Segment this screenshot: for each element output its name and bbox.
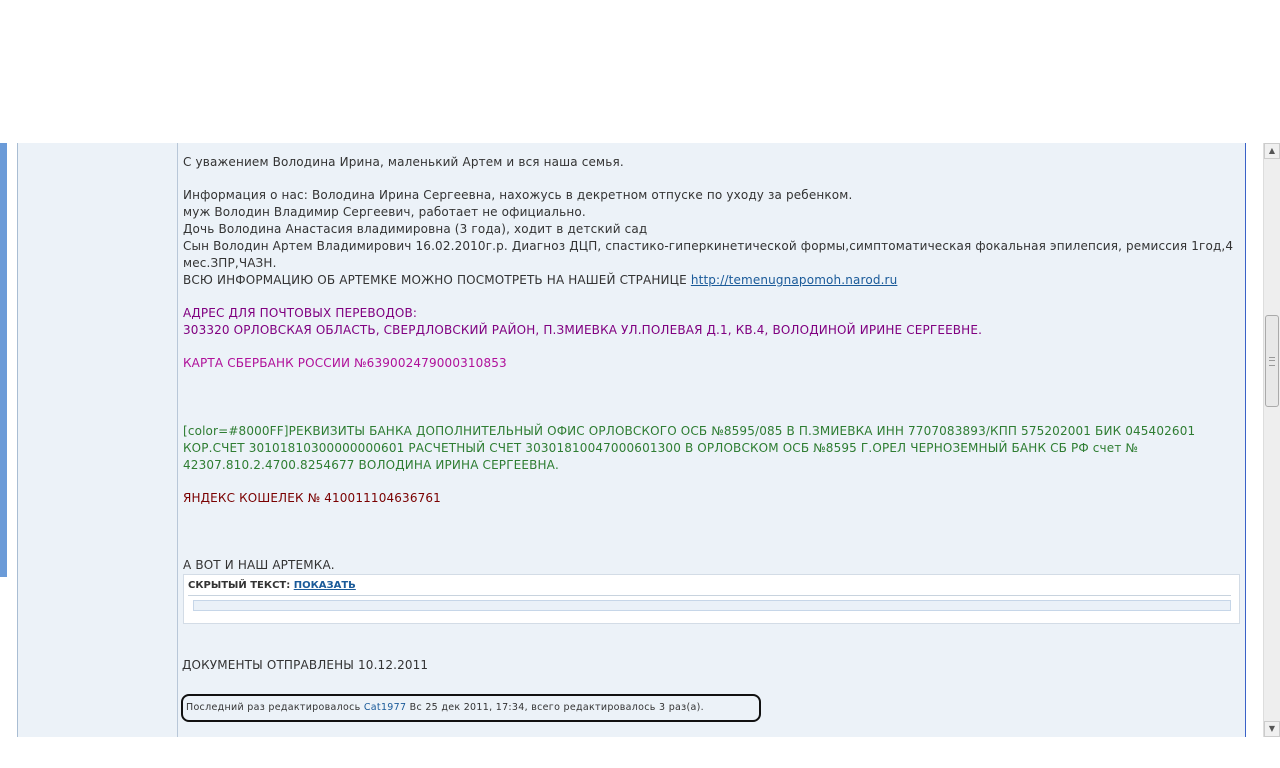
hidden-text-label: СКРЫТЫЙ ТЕКСТ:	[188, 580, 291, 591]
yandex-wallet-text: ЯНДЕКС КОШЕЛЕК № 410011104636761	[183, 491, 441, 505]
artem-text: А ВОТ И НАШ АРТЕМКА.	[183, 558, 335, 572]
info-text: Информация о нас: Володина Ирина Сергеев…	[183, 188, 853, 202]
bank-details-line-1: [color=#8000FF]РЕКВИЗИТЫ БАНКА ДОПОЛНИТЕ…	[183, 424, 1196, 438]
vertical-scrollbar[interactable]: ▲ ▼	[1263, 143, 1280, 737]
scroll-up-button[interactable]: ▲	[1264, 143, 1280, 159]
edit-notice-prefix: Последний раз редактировалось	[186, 702, 364, 713]
scroll-down-button[interactable]: ▼	[1264, 721, 1280, 737]
greeting-text: С уважением Володина Ирина, маленький Ар…	[183, 155, 624, 169]
edit-notice: Последний раз редактировалось Cat1977 Вс…	[181, 694, 761, 722]
post-author-column	[18, 143, 178, 737]
forum-post: С уважением Володина Ирина, маленький Ар…	[17, 143, 1246, 737]
scrollbar-thumb[interactable]	[1265, 315, 1279, 407]
card-text: КАРТА СБЕРБАНК РОССИИ №63900247900031085…	[183, 356, 507, 370]
page-info-line: ВСЮ ИНФОРМАЦИЮ ОБ АРТЕМКЕ МОЖНО ПОСМОТРЕ…	[183, 272, 897, 289]
page-link[interactable]: http://temenugnapomoh.narod.ru	[691, 273, 898, 287]
edit-notice-suffix: Вс 25 дек 2011, 17:34, всего редактирова…	[406, 702, 704, 713]
son-text-continued: мес.ЗПР,ЧАЗН.	[183, 256, 277, 270]
hidden-text-content	[193, 600, 1231, 611]
triangle-up-icon: ▲	[1268, 146, 1276, 155]
hidden-text-header: СКРЫТЫЙ ТЕКСТ: ПОКАЗАТЬ	[188, 580, 356, 591]
edit-notice-user-link[interactable]: Cat1977	[364, 702, 406, 713]
page-info-text: ВСЮ ИНФОРМАЦИЮ ОБ АРТЕМКЕ МОЖНО ПОСМОТРЕ…	[183, 273, 691, 287]
hidden-text-divider	[188, 595, 1231, 596]
address-text: 303320 ОРЛОВСКАЯ ОБЛАСТЬ, СВЕРДЛОВСКИЙ Р…	[183, 323, 983, 337]
triangle-down-icon: ▼	[1268, 724, 1276, 733]
hidden-text-block: СКРЫТЫЙ ТЕКСТ: ПОКАЗАТЬ	[183, 574, 1240, 624]
left-edge-bar	[0, 143, 7, 577]
show-hidden-link[interactable]: ПОКАЗАТЬ	[294, 580, 356, 591]
bank-details-line-3: 42307.810.2.4700.8254677 ВОЛОДИНА ИРИНА …	[183, 458, 560, 472]
bank-details-line-2: КОР.СЧЕТ 30101810300000000601 РАСЧЕТНЫЙ …	[183, 441, 1139, 455]
documents-text: ДОКУМЕНТЫ ОТПРАВЛЕНЫ 10.12.2011	[182, 658, 429, 672]
address-title: АДРЕС ДЛЯ ПОЧТОВЫХ ПЕРЕВОДОВ:	[183, 306, 418, 320]
page-viewport: С уважением Володина Ирина, маленький Ар…	[0, 143, 1280, 737]
grip-icon	[1269, 357, 1275, 366]
daughter-text: Дочь Володина Анастасия владимировна (3 …	[183, 222, 648, 236]
son-text: Сын Володин Артем Владимирович 16.02.201…	[183, 239, 1234, 253]
husband-text: муж Володин Владимир Сергеевич, работает…	[183, 205, 586, 219]
